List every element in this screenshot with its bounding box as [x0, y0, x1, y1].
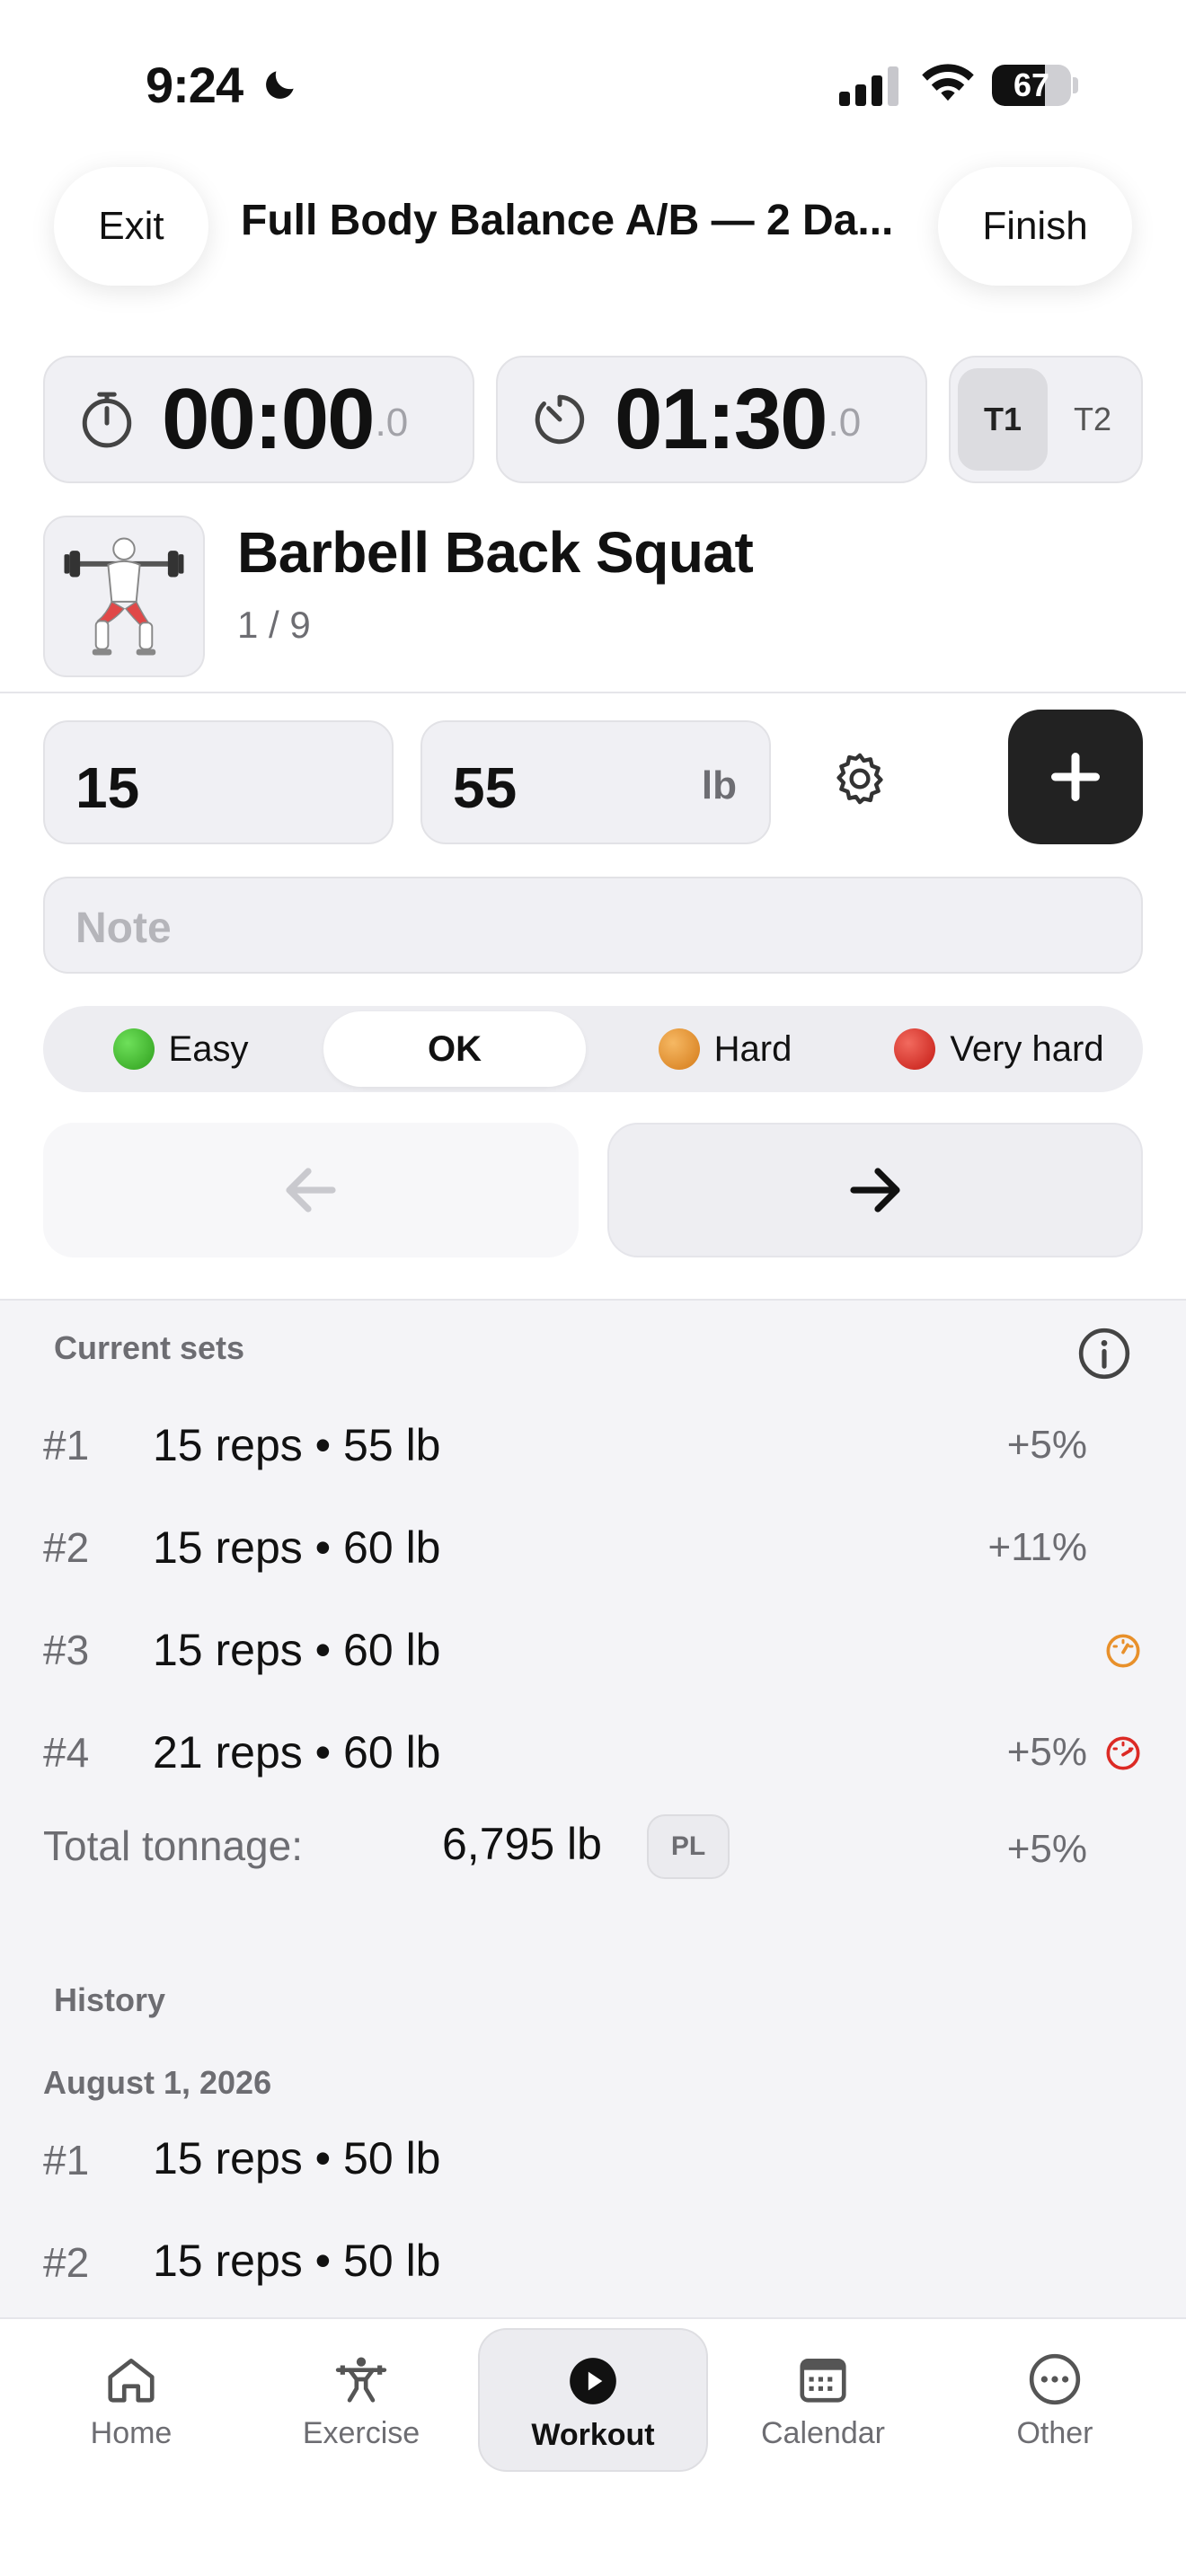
tab-exercise-label: Exercise	[302, 2416, 420, 2450]
stopwatch-icon	[82, 392, 132, 448]
tab-calendar[interactable]: Calendar	[708, 2328, 938, 2472]
rest-timer-fraction: .0	[828, 401, 862, 445]
note-input[interactable]: Note	[43, 877, 1143, 974]
total-tonnage-value: 6,795 lb	[442, 1819, 602, 1869]
difficulty-hard[interactable]: Hard	[593, 1011, 857, 1087]
timer-toggle-t2[interactable]: T2	[1048, 368, 1137, 471]
tab-home[interactable]: Home	[16, 2328, 246, 2472]
stopwatch-fraction: .0	[375, 401, 409, 445]
weight-unit: lb	[701, 763, 737, 807]
green-dot-icon	[112, 1028, 155, 1070]
exercise-name: Barbell Back Squat	[237, 520, 754, 585]
orange-dot-icon	[658, 1028, 700, 1070]
set-change-percent: +5%	[1006, 1730, 1087, 1774]
tab-other[interactable]: Other	[940, 2328, 1170, 2472]
info-icon[interactable]	[1076, 1326, 1132, 1381]
total-tonnage-label: Total tonnage:	[43, 1822, 304, 1869]
set-description[interactable]: 15 reps • 60 lb	[153, 1624, 440, 1676]
set-change-percent: +5%	[1006, 1423, 1087, 1467]
exit-button[interactable]: Exit	[54, 167, 208, 286]
difficulty-ok[interactable]: OK	[323, 1011, 586, 1087]
history-set-number: #1	[43, 2137, 90, 2183]
next-exercise-button[interactable]	[607, 1123, 1143, 1257]
timer-toggle: T1 T2	[949, 356, 1143, 483]
history-label: History	[54, 1981, 166, 2018]
current-sets-label: Current sets	[54, 1329, 245, 1366]
gear-icon[interactable]	[830, 749, 890, 808]
set-description[interactable]: 15 reps • 55 lb	[153, 1419, 440, 1471]
barbell-squat-illustration	[64, 537, 184, 656]
difficulty-ok-label: OK	[428, 1028, 482, 1069]
battery-icon: 67	[992, 65, 1078, 106]
set-number: #4	[43, 1729, 90, 1776]
divider	[0, 692, 1186, 693]
previous-exercise-button[interactable]	[43, 1123, 579, 1257]
battery-level: 67	[1013, 66, 1050, 103]
difficulty-selector: Easy OK Hard Very hard	[43, 1006, 1143, 1092]
workout-title: Full Body Balance A/B — 2 Da...	[241, 197, 894, 244]
timer-icon	[535, 394, 585, 445]
history-date: August 1, 2026	[43, 2064, 272, 2101]
plus-icon	[1051, 753, 1100, 801]
arrow-right-icon	[850, 1168, 900, 1213]
reps-input[interactable]: 15	[43, 720, 394, 844]
wifi-icon	[922, 64, 974, 101]
set-description[interactable]: 15 reps • 60 lb	[153, 1522, 440, 1574]
set-description[interactable]: 21 reps • 60 lb	[153, 1726, 440, 1778]
stopwatch-value: 00:00	[162, 371, 376, 467]
add-set-button[interactable]	[1008, 710, 1143, 844]
gauge-very-hard-icon	[1106, 1736, 1140, 1770]
tab-other-label: Other	[1016, 2416, 1093, 2450]
home-icon	[108, 2359, 155, 2403]
moon-icon	[266, 71, 294, 99]
tab-calendar-label: Calendar	[761, 2416, 885, 2450]
difficulty-very-hard-label: Very hard	[950, 1028, 1104, 1069]
history-set-description: 15 reps • 50 lb	[153, 2133, 441, 2183]
history-set-number: #2	[43, 2239, 90, 2286]
rest-timer-value: 01:30	[615, 371, 828, 467]
cellular-signal-icon	[839, 66, 898, 106]
tab-workout[interactable]: Workout	[478, 2328, 708, 2472]
difficulty-hard-label: Hard	[713, 1028, 792, 1069]
reps-value: 15	[75, 755, 140, 820]
difficulty-very-hard[interactable]: Very hard	[863, 1011, 1136, 1087]
play-icon	[570, 2358, 616, 2404]
calendar-icon	[800, 2359, 846, 2403]
set-number: #1	[43, 1422, 90, 1469]
stopwatch-timer[interactable]: 00:00 .0	[43, 356, 474, 483]
arrow-left-icon	[286, 1168, 336, 1213]
weight-input[interactable]: 55 lb	[420, 720, 771, 844]
more-icon	[1029, 2353, 1081, 2405]
total-change-percent: +5%	[1006, 1827, 1087, 1871]
rest-timer[interactable]: 01:30 .0	[496, 356, 927, 483]
history-set-description: 15 reps • 50 lb	[153, 2236, 441, 2286]
finish-button[interactable]: Finish	[938, 167, 1132, 286]
red-dot-icon	[894, 1028, 936, 1070]
tab-workout-label: Workout	[531, 2418, 655, 2452]
timer-toggle-t1[interactable]: T1	[958, 368, 1048, 471]
exercise-thumbnail[interactable]	[43, 516, 205, 677]
set-change-percent: +11%	[987, 1525, 1088, 1569]
weight-value: 55	[453, 755, 518, 820]
status-time: 9:24	[146, 57, 243, 113]
difficulty-easy[interactable]: Easy	[50, 1011, 311, 1087]
note-placeholder: Note	[75, 904, 172, 952]
weightlifter-icon	[335, 2357, 387, 2403]
set-number: #3	[43, 1627, 90, 1673]
set-number: #2	[43, 1524, 90, 1571]
tab-home-label: Home	[90, 2416, 173, 2450]
difficulty-easy-label: Easy	[168, 1028, 249, 1069]
exercise-progress: 1 / 9	[237, 604, 311, 646]
gauge-hard-icon	[1106, 1634, 1140, 1668]
pl-badge[interactable]: PL	[647, 1814, 730, 1879]
tab-exercise[interactable]: Exercise	[246, 2328, 476, 2472]
